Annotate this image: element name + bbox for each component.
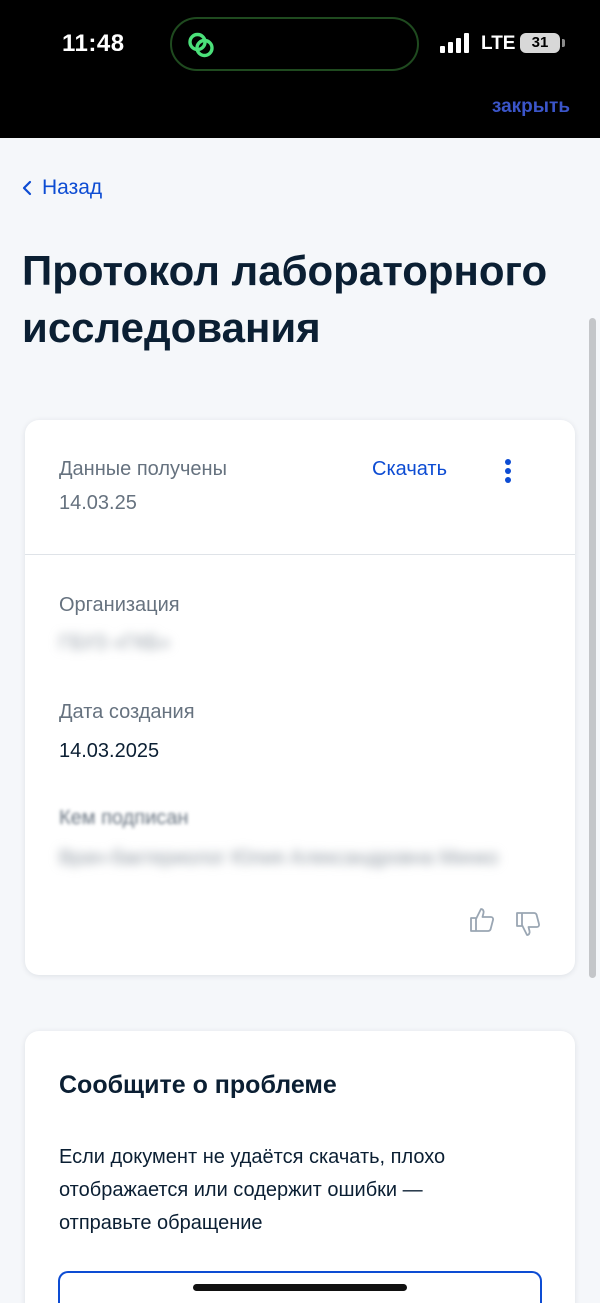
download-button[interactable]: Скачать — [372, 458, 447, 481]
report-description: Если документ не удаётся скачать, плохо … — [59, 1146, 446, 1234]
more-vertical-icon[interactable] — [502, 458, 514, 484]
organization-label: Организация — [59, 594, 180, 616]
home-indicator[interactable] — [193, 1284, 407, 1291]
back-button[interactable]: Назад — [22, 176, 102, 200]
status-bar: 11:48 LTE 31 закрыть — [0, 0, 600, 138]
status-time: 11:48 — [62, 30, 125, 57]
received-label: Данные получены — [59, 458, 227, 480]
chevron-left-icon — [22, 180, 32, 196]
organization-value: ГБУЗ «ГКБ» — [59, 632, 171, 654]
battery-icon: 31 — [520, 33, 560, 53]
close-button[interactable]: закрыть — [492, 96, 570, 118]
created-value: 14.03.2025 — [59, 740, 160, 762]
report-title: Сообщите о проблеме — [59, 1071, 337, 1099]
link-icon — [188, 32, 214, 58]
signed-value: Врач-бактериолог Юлия Александровна Минк… — [59, 847, 499, 869]
content-area: Назад Протокол лабораторного исследовани… — [0, 138, 600, 1303]
battery-level: 31 — [531, 34, 549, 51]
screen: 11:48 LTE 31 закрыть Назад Протокол лабо — [0, 0, 600, 1303]
scrollbar[interactable] — [589, 318, 596, 978]
thumbs-down-icon[interactable] — [514, 910, 542, 938]
card-divider — [25, 554, 575, 555]
network-type: LTE — [481, 33, 516, 54]
thumbs-up-icon[interactable] — [468, 906, 496, 934]
created-label: Дата создания — [59, 701, 195, 723]
page-title: Протокол лабораторного исследования — [22, 247, 548, 351]
report-problem-card: Сообщите о проблеме Если документ не уда… — [25, 1031, 575, 1303]
signed-label: Кем подписан — [59, 807, 189, 829]
battery-tip — [562, 39, 565, 47]
dynamic-island[interactable] — [170, 17, 419, 71]
document-card: Данные получены 14.03.25 Скачать Организ… — [25, 420, 575, 975]
back-label: Назад — [42, 176, 103, 199]
received-date: 14.03.25 — [59, 492, 137, 514]
signal-icon — [440, 33, 469, 53]
